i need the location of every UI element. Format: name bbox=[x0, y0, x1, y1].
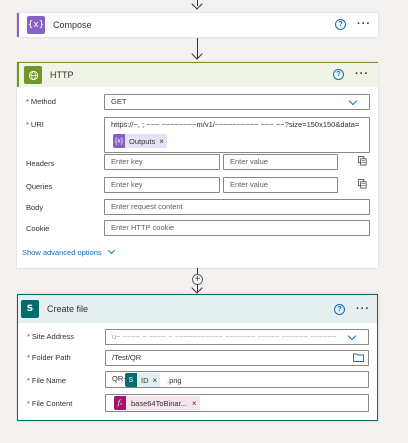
folder-path-input[interactable]: /Test/QR bbox=[105, 350, 369, 366]
uri-text: https://~, ; ~~~ ~~~~~~~~m/v1/~~~~~~~~~~… bbox=[111, 120, 360, 129]
queries-key-input[interactable]: Enter key bbox=[104, 177, 220, 193]
close-icon[interactable]: × bbox=[153, 376, 161, 385]
base64-token[interactable]: fx base64ToBinar... × bbox=[114, 396, 200, 410]
headers-key-input[interactable]: Enter key bbox=[104, 154, 220, 170]
uri-label: * URI bbox=[26, 120, 44, 129]
site-address-label: * Site Address bbox=[27, 332, 75, 341]
help-icon[interactable]: ? bbox=[334, 304, 345, 315]
id-token-label: ID bbox=[141, 375, 149, 385]
function-icon: fx bbox=[114, 396, 126, 410]
connector-arrow bbox=[191, 282, 203, 294]
switch-to-text-mode-icon[interactable] bbox=[358, 156, 367, 166]
headers-value-input[interactable]: Enter value bbox=[223, 154, 338, 170]
show-advanced-options-link[interactable]: Show advanced options bbox=[22, 246, 115, 257]
file-content-label: * File Content bbox=[27, 399, 73, 408]
body-input[interactable]: Enter request content bbox=[104, 199, 370, 215]
base64-token-label: base64ToBinar... bbox=[131, 398, 187, 408]
compose-card[interactable]: {x} Compose ? ··· bbox=[17, 13, 378, 37]
body-label: Body bbox=[26, 203, 44, 212]
headers-label: Headers bbox=[26, 159, 55, 168]
create-file-header[interactable]: S Create file bbox=[18, 295, 377, 323]
http-card: HTTP ? ··· * Method GET * URI https://~, ;… bbox=[17, 62, 378, 268]
file-name-prefix: QR- bbox=[112, 374, 126, 383]
cookie-label: Cookie bbox=[26, 224, 50, 233]
connector-arrow-top bbox=[191, 0, 203, 10]
close-icon[interactable]: × bbox=[159, 137, 167, 146]
queries-value-input[interactable]: Enter value bbox=[223, 177, 338, 193]
method-select[interactable]: GET bbox=[104, 94, 370, 110]
more-options-icon[interactable]: ··· bbox=[356, 304, 370, 315]
http-title: HTTP bbox=[50, 70, 74, 80]
help-icon[interactable]: ? bbox=[333, 69, 344, 80]
close-icon[interactable]: × bbox=[192, 399, 200, 408]
help-icon[interactable]: ? bbox=[335, 19, 346, 30]
connector-arrow bbox=[191, 48, 203, 60]
cookie-input[interactable]: Enter HTTP cookie bbox=[104, 220, 370, 236]
file-name-suffix: .png bbox=[167, 376, 182, 385]
site-address-select[interactable]: u~ ~~~~ ~ ~~~~ ~ ~~~~~~~~~~~ ~~~~~~~ ~~~… bbox=[105, 329, 369, 345]
method-label: * Method bbox=[26, 97, 56, 106]
switch-to-text-mode-icon[interactable] bbox=[358, 179, 367, 189]
outputs-token-label: Outputs bbox=[129, 136, 156, 146]
folder-path-label: * Folder Path bbox=[27, 353, 71, 362]
sharepoint-icon: S bbox=[21, 300, 39, 318]
folder-icon[interactable] bbox=[353, 353, 364, 362]
chevron-down-icon bbox=[107, 246, 115, 255]
compose-title: Compose bbox=[53, 20, 92, 30]
create-file-title: Create file bbox=[47, 304, 89, 314]
globe-icon bbox=[24, 66, 42, 84]
compose-icon: {x} bbox=[27, 16, 45, 34]
more-options-icon[interactable]: ··· bbox=[357, 19, 371, 30]
create-file-card: S Create file ? ··· * Site Address u~ ~~~… bbox=[17, 294, 378, 421]
outputs-token[interactable]: {x} Outputs × bbox=[113, 134, 167, 148]
http-header[interactable]: HTTP bbox=[17, 62, 378, 87]
compose-icon: {x} bbox=[113, 134, 125, 148]
queries-label: Queries bbox=[26, 182, 53, 191]
id-token[interactable]: S ID × bbox=[125, 373, 161, 387]
sharepoint-icon: S bbox=[125, 373, 137, 387]
more-options-icon[interactable]: ··· bbox=[355, 69, 369, 80]
file-name-label: * File Name bbox=[27, 376, 67, 385]
